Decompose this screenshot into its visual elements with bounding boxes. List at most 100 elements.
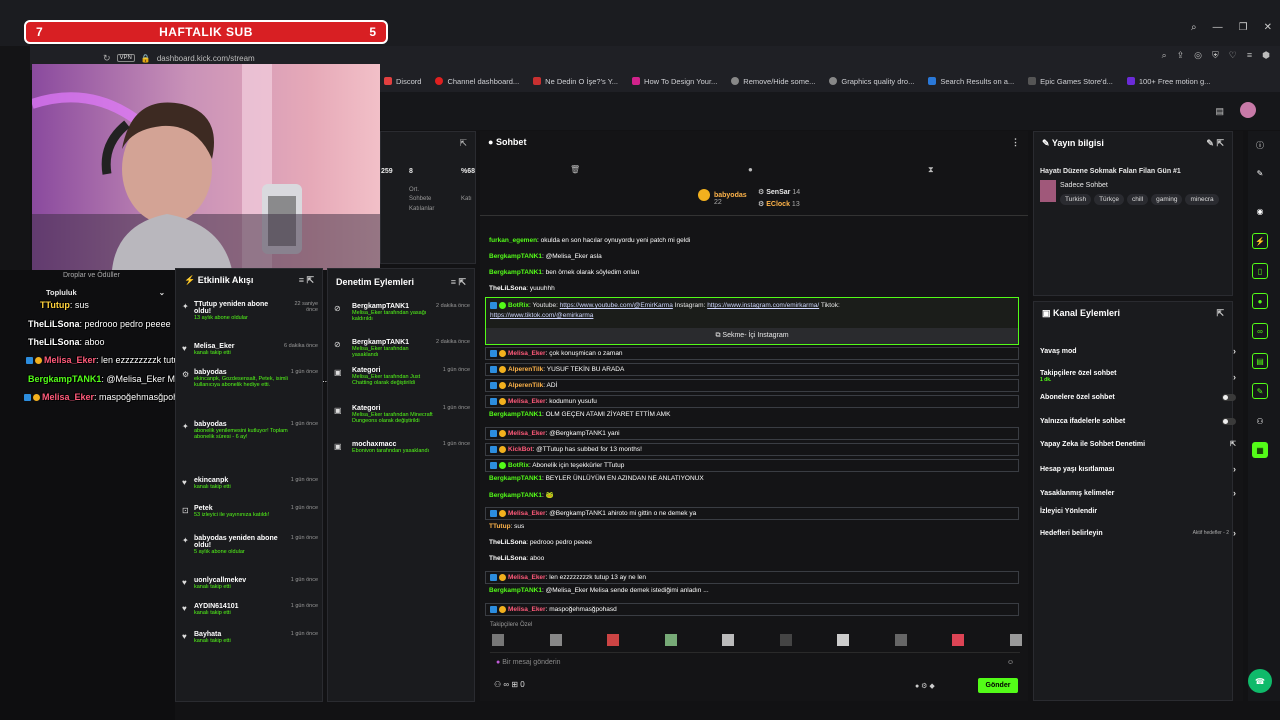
chat-username[interactable]: BergkampTANK1 — [489, 587, 542, 594]
chat-message[interactable]: BergkampTANK1: BEYLER ÜNLÜYÜM EN AZINDAN… — [489, 475, 704, 482]
chat-message[interactable]: KickBot: @TTutup has subbed for 13 month… — [485, 443, 1019, 456]
chat-message[interactable]: BergkampTANK1: 🐸 — [489, 491, 554, 499]
action-control[interactable] — [1222, 418, 1236, 425]
popout-icon[interactable]: ⇱ — [1216, 308, 1224, 319]
close-icon[interactable]: ✕ — [1264, 22, 1272, 33]
emote-icon[interactable] — [722, 634, 735, 646]
tool-icon[interactable]: ✎ — [1252, 383, 1268, 399]
filter-icon[interactable]: ≡ ⇱ — [299, 275, 314, 286]
channel-action-row[interactable]: Takipçilere özel sohbet 1 dk. › — [1040, 370, 1236, 383]
emote-icon[interactable] — [952, 634, 965, 646]
minimize-icon[interactable]: — — [1213, 22, 1223, 33]
activity-item[interactable]: ♥ Melisa_Eker kanalı takip etti 6 dakika ön… — [182, 343, 318, 356]
lightning-icon[interactable]: ⚡ — [1252, 233, 1268, 249]
chat-username[interactable]: TheLiLSona — [489, 539, 526, 546]
action-control[interactable]: › — [1233, 346, 1236, 356]
chat-username[interactable]: Melisa_Eker — [508, 350, 546, 357]
emote-icon[interactable] — [607, 634, 620, 646]
moderation-item[interactable]: ▣ mochaxmacc Ebonivon tarafından yasakland… — [334, 441, 470, 454]
chat-username[interactable]: KickBot — [508, 446, 533, 453]
people-icon[interactable]: ⚇ — [1252, 413, 1268, 429]
reload-icon[interactable]: ↻ — [103, 53, 111, 64]
moderation-item[interactable]: ▣ Kategori Melisa_Eker tarafından Just Cha… — [334, 367, 470, 386]
action-control[interactable]: › — [1233, 372, 1236, 382]
activity-item[interactable]: ♥ Bayhata kanalı takip etti 1 gün önce — [182, 631, 318, 644]
gift-icon[interactable]: ⊞ — [511, 680, 520, 689]
chat-settings-icon[interactable]: ● ⚙ ◆ — [915, 682, 935, 690]
activity-item[interactable]: ✦ babyodas abonelik yenilemesini kutluyor!… — [182, 421, 318, 440]
channel-action-row[interactable]: İzleyici Yönlendir — [1040, 508, 1236, 515]
zoom-icon[interactable]: ⌕ — [1162, 50, 1167, 61]
chat-username[interactable]: AlperenTilk — [508, 366, 543, 373]
chat-message[interactable]: Melisa_Eker: çok konuşmican o zaman — [485, 347, 1019, 360]
moderation-item[interactable]: ⊘ BergkampTANK1 Melisa_Eker tarafından yas… — [334, 339, 470, 358]
chat-message[interactable]: AlperenTilk: ADİ — [485, 379, 1019, 392]
tag[interactable]: Turkish — [1060, 194, 1092, 205]
message-input[interactable]: ● Bir mesaj gönderin ☺ — [490, 652, 1020, 672]
hourglass-icon[interactable]: ⧗ — [928, 165, 934, 175]
chat-username[interactable]: Melisa_Eker — [508, 574, 546, 581]
bookmark-item[interactable]: Remove/Hide some... — [731, 77, 815, 86]
toggle-switch[interactable] — [1222, 418, 1236, 425]
bookmark-item[interactable]: 100+ Free motion g... — [1126, 77, 1210, 86]
bookmark-item[interactable]: Search Results on a... — [928, 77, 1014, 86]
action-control[interactable]: › — [1233, 488, 1236, 498]
chat-username[interactable]: Melisa_Eker — [508, 510, 546, 517]
channel-action-row[interactable]: Yapay Zeka ile Sohbet Denetimi ⇱ — [1040, 440, 1236, 449]
activity-item[interactable]: ♥ ekincanpk kanalı takip etti 1 gün önce — [182, 477, 318, 490]
chat-message[interactable]: Melisa_Eker: @BergkampTANK1 yani — [485, 427, 1019, 440]
activity-item[interactable]: ✦ babyodas yeniden abone oldu! 5 aylık abo… — [182, 535, 318, 555]
extension-icon[interactable]: ⬢ — [1262, 50, 1270, 61]
shield-icon[interactable]: ⛨ — [1212, 50, 1219, 61]
chat-username[interactable]: TTutup — [489, 523, 511, 530]
restore-icon[interactable]: ❐ — [1239, 22, 1248, 33]
emote-icon[interactable] — [894, 634, 907, 646]
chat-message[interactable]: BergkampTANK1: @Melisa_Eker Melisa sende… — [489, 587, 709, 594]
channel-action-row[interactable]: Hesap yaşı kısıtlaması › — [1040, 464, 1236, 474]
share-icon[interactable]: ⇪ — [1177, 50, 1185, 61]
bookmark-item[interactable]: Ne Dedin O İşe?'s Y... — [533, 77, 618, 86]
emote-icon[interactable] — [492, 634, 504, 646]
action-control[interactable] — [1222, 394, 1236, 401]
chat-message[interactable]: AlperenTilk: YUSUF TEKİN BU ARADA — [485, 363, 1019, 376]
chat-bubble-icon[interactable]: ● — [748, 165, 753, 174]
chat-username[interactable]: Melisa_Eker — [508, 398, 546, 405]
emote-icon[interactable] — [779, 634, 792, 646]
chat-username[interactable]: BergkampTANK1 — [489, 475, 542, 482]
action-control[interactable]: › — [1233, 464, 1236, 474]
trash-icon[interactable]: 🗑 — [570, 165, 580, 174]
camera-icon[interactable]: ◎ — [1194, 50, 1202, 61]
moderation-item[interactable]: ⊘ BergkampTANK1 Melisa_Eker tarafından yas… — [334, 303, 470, 322]
community-section[interactable]: Topluluk ⌄ — [30, 288, 165, 300]
chat-username[interactable]: furkan_egemen — [489, 237, 537, 244]
chat-message[interactable]: Melisa_Eker: kodumun yusufu — [485, 395, 1019, 408]
chat-username[interactable]: Melisa_Eker — [508, 430, 546, 437]
activity-item[interactable]: ✦ TTutup yeniden abone oldu! 13 aylık abon… — [182, 301, 318, 321]
pencil-icon[interactable]: ✎ — [1252, 165, 1268, 181]
emote-icon[interactable] — [1009, 634, 1022, 646]
edit-icon[interactable]: ✎ ⇱ — [1206, 138, 1224, 149]
more-vertical-icon[interactable]: ⋮ — [1011, 137, 1020, 148]
bookmark-item[interactable]: Discord — [384, 77, 421, 86]
send-button[interactable]: Gönder — [978, 678, 1018, 693]
target-icon[interactable]: ◉ — [1252, 203, 1268, 219]
menu-icon[interactable]: ≡ — [1247, 50, 1252, 61]
bookmark-item[interactable]: Epic Games Store'd... — [1028, 77, 1113, 86]
chat-username[interactable]: AlperenTilk — [508, 382, 543, 389]
list-icon[interactable]: ▤ — [1252, 353, 1268, 369]
chat-username[interactable]: BotRix — [508, 462, 529, 469]
channel-action-row[interactable]: Yavaş mod › — [1040, 346, 1236, 356]
filter-icon[interactable]: ≡ ⇱ — [451, 277, 466, 288]
instagram-tab-button[interactable]: ⧉ Sekme- İçi Instagram — [486, 328, 1018, 344]
chat-message[interactable]: Melisa_Eker: @BergkampTANK1 ahiroto mi g… — [485, 507, 1019, 520]
chat-username[interactable]: BergkampTANK1 — [489, 492, 542, 499]
tiktok-link[interactable]: https://www.tiktok.com/@emirkarma — [490, 312, 593, 319]
chat-message[interactable]: TheLiLSona: aboo — [489, 555, 544, 562]
bookmark-item[interactable]: How To Design Your... — [632, 77, 717, 86]
popout-icon[interactable]: ⇱ — [459, 138, 467, 149]
link-icon[interactable]: ∞ — [1252, 323, 1268, 339]
emote-icon[interactable] — [664, 634, 677, 646]
toggle-switch[interactable] — [1222, 394, 1236, 401]
heart-icon[interactable]: ♡ — [1229, 50, 1237, 61]
bookmark-item[interactable]: Graphics quality dro... — [829, 77, 914, 86]
